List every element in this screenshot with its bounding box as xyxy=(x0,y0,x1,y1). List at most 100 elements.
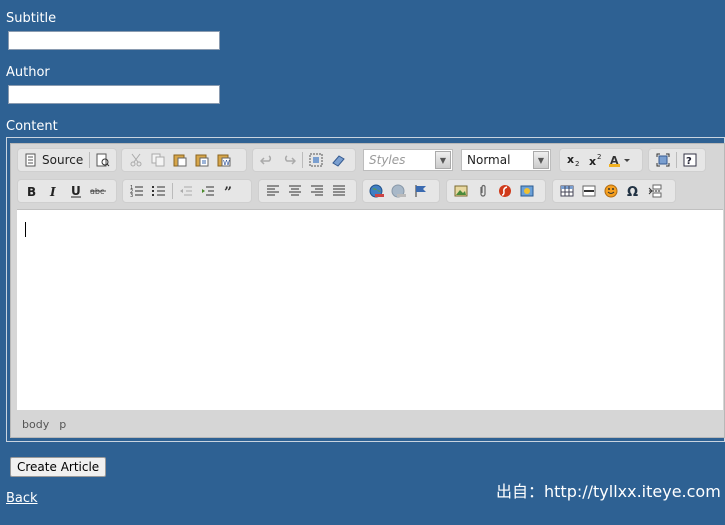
copy-icon xyxy=(151,153,165,167)
svg-text:Ω: Ω xyxy=(627,185,638,198)
path-item-body[interactable]: body xyxy=(22,418,49,431)
undo-icon xyxy=(260,155,272,165)
separator xyxy=(172,183,173,199)
flash-button[interactable] xyxy=(494,181,516,201)
copy-button[interactable] xyxy=(147,150,169,170)
bold-button[interactable]: B xyxy=(21,181,43,201)
text-color-icon: A xyxy=(609,154,630,167)
redo-icon xyxy=(284,155,296,165)
justify-button[interactable] xyxy=(328,181,350,201)
page-break-button[interactable] xyxy=(644,181,666,201)
content-label: Content xyxy=(6,119,58,134)
source-icon xyxy=(25,153,36,167)
underline-button[interactable]: U xyxy=(65,181,87,201)
format-combo[interactable]: Normal ▼ xyxy=(461,149,551,171)
subtitle-input[interactable] xyxy=(8,31,220,50)
toolbar-group-alignment xyxy=(258,179,357,203)
paste-text-button[interactable] xyxy=(191,150,213,170)
align-left-button[interactable] xyxy=(262,181,284,201)
horizontal-rule-button[interactable] xyxy=(578,181,600,201)
page-break-icon xyxy=(648,184,662,198)
image-icon xyxy=(454,185,468,197)
media-icon xyxy=(520,185,534,197)
toolbar-group-script: x2 x2 A xyxy=(559,148,643,172)
special-char-button[interactable]: Ω xyxy=(622,181,644,201)
bulleted-list-button[interactable] xyxy=(148,181,170,201)
remove-format-button[interactable] xyxy=(327,150,349,170)
table-button[interactable] xyxy=(556,181,578,201)
redo-button[interactable] xyxy=(278,150,300,170)
svg-text:U: U xyxy=(71,184,81,198)
preview-button[interactable] xyxy=(92,150,113,170)
italic-button[interactable]: I xyxy=(43,181,65,201)
flash-icon xyxy=(499,185,511,197)
svg-text:”: ” xyxy=(224,185,232,198)
preview-icon xyxy=(96,153,109,167)
editor-content-area[interactable] xyxy=(17,209,723,410)
outdent-button[interactable] xyxy=(175,181,197,201)
separator xyxy=(676,152,677,168)
about-button[interactable]: ? xyxy=(679,150,701,170)
toolbar-group-clipboard: W xyxy=(121,148,247,172)
attachment-button[interactable] xyxy=(472,181,494,201)
subscript-button[interactable]: x2 xyxy=(563,150,585,170)
toolbar-group-links xyxy=(362,179,440,203)
toolbar-group-basic-styles: B I U abc xyxy=(17,179,117,203)
separator xyxy=(89,152,91,168)
svg-text:x: x xyxy=(567,153,574,166)
eraser-icon xyxy=(332,155,345,167)
paste-word-button[interactable]: W xyxy=(213,150,235,170)
subtitle-label: Subtitle xyxy=(6,11,57,26)
link-button[interactable] xyxy=(366,181,388,201)
source-button[interactable]: Source xyxy=(21,150,87,170)
cut-button[interactable] xyxy=(125,150,147,170)
select-all-icon xyxy=(309,153,323,167)
table-icon xyxy=(560,185,574,197)
text-color-button[interactable]: A xyxy=(607,150,635,170)
superscript-button[interactable]: x2 xyxy=(585,150,607,170)
image-button[interactable] xyxy=(450,181,472,201)
toolbar-group-history xyxy=(252,148,356,172)
maximize-button[interactable] xyxy=(652,150,674,170)
numbered-list-button[interactable]: 123 xyxy=(126,181,148,201)
strikethrough-button[interactable]: abc xyxy=(87,181,109,201)
outdent-icon xyxy=(180,186,192,196)
source-label: Source xyxy=(42,153,84,167)
anchor-button[interactable] xyxy=(410,181,432,201)
svg-text:x: x xyxy=(589,155,596,167)
separator xyxy=(302,152,303,168)
indent-icon xyxy=(202,186,214,196)
align-left-icon xyxy=(267,185,279,196)
maximize-icon xyxy=(656,153,670,167)
watermark-text: 出自：http://tyllxx.iteye.com xyxy=(496,482,721,501)
toolbar-group-insert xyxy=(446,179,546,203)
select-all-button[interactable] xyxy=(305,150,327,170)
blockquote-button[interactable]: ” xyxy=(219,181,241,201)
styles-placeholder: Styles xyxy=(369,153,406,167)
author-label: Author xyxy=(6,65,50,80)
create-article-button[interactable]: Create Article xyxy=(10,457,107,477)
svg-text:3: 3 xyxy=(130,193,133,198)
omega-icon: Ω xyxy=(627,185,638,198)
superscript-icon: x2 xyxy=(589,153,601,167)
author-input[interactable] xyxy=(8,85,220,104)
align-right-button[interactable] xyxy=(306,181,328,201)
styles-combo[interactable]: Styles ▼ xyxy=(363,149,453,171)
flag-icon xyxy=(415,185,426,197)
svg-text:2: 2 xyxy=(575,160,579,167)
element-path: body p xyxy=(22,418,76,431)
media-button[interactable] xyxy=(516,181,538,201)
paperclip-icon xyxy=(480,184,486,197)
smiley-button[interactable] xyxy=(600,181,622,201)
path-item-p[interactable]: p xyxy=(59,418,66,431)
paste-button[interactable] xyxy=(169,150,191,170)
align-center-button[interactable] xyxy=(284,181,306,201)
svg-text:W: W xyxy=(223,159,230,167)
toolbar-group-tools: ? xyxy=(648,148,706,172)
numbered-list-icon: 123 xyxy=(130,185,143,198)
undo-button[interactable] xyxy=(256,150,278,170)
unlink-button[interactable] xyxy=(388,181,410,201)
indent-button[interactable] xyxy=(197,181,219,201)
underline-icon: U xyxy=(71,184,81,198)
back-link[interactable]: Back xyxy=(6,491,38,506)
